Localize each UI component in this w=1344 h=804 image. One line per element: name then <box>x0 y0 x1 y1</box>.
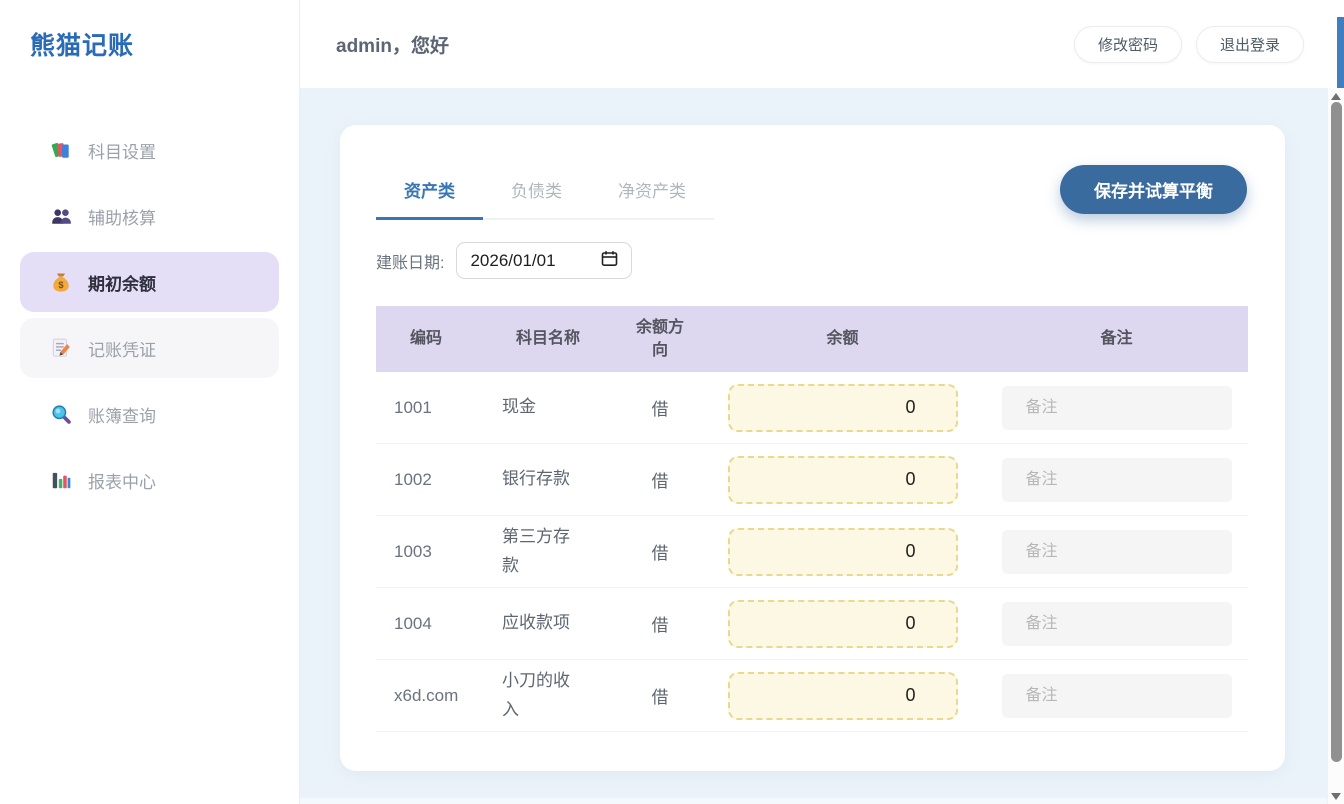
balance-direction: 借 <box>620 539 700 564</box>
sidebar-item-report-center[interactable]: 报表中心 <box>20 450 279 510</box>
table-row: x6d.com 小刀的收入 借 <box>376 660 1248 732</box>
bottom-strip <box>300 798 1344 804</box>
sidebar: 熊猫记账 科目设置 <box>0 0 300 804</box>
sidebar-item-subject-settings[interactable]: 科目设置 <box>20 120 279 180</box>
topbar-actions: 修改密码 退出登录 <box>1074 26 1304 63</box>
sidebar-item-auxiliary-accounting[interactable]: 辅助核算 <box>20 186 279 246</box>
balance-input[interactable] <box>728 384 958 432</box>
col-header-balance: 余额 <box>700 327 985 350</box>
page-scrollbar-thumb[interactable] <box>1337 17 1344 88</box>
card-header: 资产类 负债类 净资产类 保存并试算平衡 <box>340 125 1285 220</box>
sidebar-nav: 科目设置 辅助核算 $ <box>0 120 299 510</box>
build-date-row: 建账日期: 2026/01/01 <box>376 242 1285 279</box>
balance-direction: 借 <box>620 611 700 636</box>
table-row: 1003 第三方存款 借 <box>376 516 1248 588</box>
sidebar-item-label: 辅助核算 <box>88 204 156 229</box>
remark-input[interactable] <box>1002 386 1232 430</box>
sidebar-item-ledger-query[interactable]: 账簿查询 <box>20 384 279 444</box>
remark-cell <box>985 530 1248 574</box>
account-code: 1001 <box>376 398 476 418</box>
remark-input[interactable] <box>1002 674 1232 718</box>
scrollbar-thumb[interactable] <box>1331 102 1342 762</box>
balance-direction: 借 <box>620 395 700 420</box>
balance-input[interactable] <box>728 456 958 504</box>
books-icon <box>50 139 72 161</box>
balance-input[interactable] <box>728 600 958 648</box>
sidebar-item-label: 期初余额 <box>88 270 156 295</box>
table-row: 1002 银行存款 借 <box>376 444 1248 516</box>
scrollbar-down-arrow[interactable] <box>1331 793 1341 800</box>
col-header-account-name: 科目名称 <box>476 327 620 350</box>
sidebar-item-label: 记账凭证 <box>88 336 156 361</box>
bar-chart-icon <box>50 469 72 491</box>
remark-input[interactable] <box>1002 458 1232 502</box>
col-header-remark: 备注 <box>985 327 1248 350</box>
user-greeting: admin，您好 <box>336 31 449 58</box>
save-trial-balance-button[interactable]: 保存并试算平衡 <box>1060 165 1247 214</box>
main-content: 资产类 负债类 净资产类 保存并试算平衡 建账日期: 2026/01/01 <box>300 88 1344 804</box>
col-header-balance-direction: 余额方向 <box>620 316 700 362</box>
account-code: 1002 <box>376 470 476 490</box>
remark-cell <box>985 602 1248 646</box>
build-date-input[interactable]: 2026/01/01 <box>456 242 632 279</box>
build-date-value: 2026/01/01 <box>470 251 555 271</box>
table-row: 1001 现金 借 <box>376 372 1248 444</box>
app-window: 熊猫记账 科目设置 <box>0 0 1344 804</box>
build-date-label: 建账日期: <box>376 249 444 273</box>
topbar: admin，您好 修改密码 退出登录 <box>300 0 1344 88</box>
remark-cell <box>985 674 1248 718</box>
balance-direction: 借 <box>620 467 700 492</box>
balance-cell <box>700 384 985 432</box>
sidebar-item-label: 报表中心 <box>88 468 156 493</box>
account-name: 小刀的收入 <box>476 667 620 723</box>
table-row: 1004 应收款项 借 <box>376 588 1248 660</box>
sidebar-item-label: 账簿查询 <box>88 402 156 427</box>
balance-cell <box>700 672 985 720</box>
app-title: 熊猫记账 <box>0 0 299 62</box>
account-code: 1004 <box>376 614 476 634</box>
category-tabs: 资产类 负债类 净资产类 <box>376 165 714 220</box>
balance-cell <box>700 456 985 504</box>
account-code: 1003 <box>376 542 476 562</box>
account-name: 现金 <box>476 393 620 421</box>
search-icon <box>50 403 72 425</box>
remark-input[interactable] <box>1002 602 1232 646</box>
col-header-code: 编码 <box>376 327 476 350</box>
remark-cell <box>985 386 1248 430</box>
tab-liabilities[interactable]: 负债类 <box>483 165 590 218</box>
account-name: 应收款项 <box>476 609 620 637</box>
memo-icon <box>50 337 72 359</box>
change-password-button[interactable]: 修改密码 <box>1074 26 1182 63</box>
sidebar-item-opening-balance[interactable]: $ 期初余额 <box>20 252 279 312</box>
money-bag-icon: $ <box>50 271 72 293</box>
table-header-row: 编码 科目名称 余额方向 余额 备注 <box>376 306 1248 372</box>
balance-input[interactable] <box>728 672 958 720</box>
account-name: 银行存款 <box>476 465 620 493</box>
account-code: x6d.com <box>376 686 476 706</box>
opening-balance-card: 资产类 负债类 净资产类 保存并试算平衡 建账日期: 2026/01/01 <box>340 125 1285 771</box>
users-icon <box>50 205 72 227</box>
balance-cell <box>700 528 985 576</box>
sidebar-item-label: 科目设置 <box>88 138 156 163</box>
balance-direction: 借 <box>620 683 700 708</box>
content-scrollbar[interactable] <box>1327 88 1344 804</box>
scrollbar-up-arrow[interactable] <box>1331 93 1341 100</box>
calendar-icon[interactable] <box>601 250 618 272</box>
account-name: 第三方存款 <box>476 523 620 579</box>
balance-input[interactable] <box>728 528 958 576</box>
tab-assets[interactable]: 资产类 <box>376 165 483 220</box>
remark-cell <box>985 458 1248 502</box>
tab-net-assets[interactable]: 净资产类 <box>590 165 714 218</box>
balance-cell <box>700 600 985 648</box>
sidebar-item-vouchers[interactable]: 记账凭证 <box>20 318 279 378</box>
opening-balance-table: 编码 科目名称 余额方向 余额 备注 1001 现金 借 <box>376 306 1248 732</box>
remark-input[interactable] <box>1002 530 1232 574</box>
svg-text:$: $ <box>58 280 64 290</box>
logout-button[interactable]: 退出登录 <box>1196 26 1304 63</box>
